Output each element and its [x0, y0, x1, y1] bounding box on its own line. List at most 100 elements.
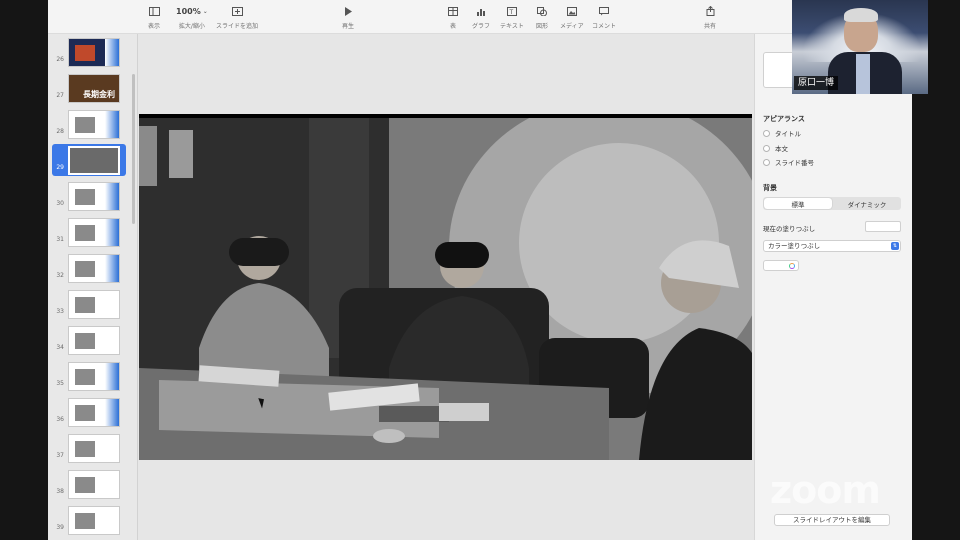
comment-button[interactable]: コメント — [592, 4, 616, 30]
chart-button[interactable]: グラフ — [472, 4, 490, 30]
thumbnail-image — [75, 369, 95, 385]
slide-number: 31 — [56, 236, 64, 243]
thumbnail-image — [75, 45, 95, 61]
thumbnail-image — [75, 261, 95, 277]
slide-number: 34 — [56, 344, 64, 351]
view-label: 表示 — [148, 23, 161, 30]
add-slide-button[interactable]: スライドを追加 — [216, 4, 258, 30]
slide-number: 29 — [56, 164, 64, 171]
edit-slide-layout-button[interactable]: スライドレイアウトを編集 — [774, 514, 890, 526]
table-label: 表 — [449, 23, 456, 30]
play-label: 再生 — [342, 23, 355, 30]
slide-number-option[interactable]: スライド番号 — [763, 157, 814, 167]
media-label: メディア — [560, 23, 584, 30]
slide-thumbnail-26[interactable]: 26 — [48, 36, 132, 68]
view-button[interactable]: 表示 — [148, 4, 160, 30]
share-label: 共有 — [704, 23, 717, 30]
comment-label: コメント — [592, 23, 617, 30]
slide-number: 33 — [56, 308, 64, 315]
share-icon — [706, 4, 715, 18]
slide-thumbnail-28[interactable]: 28 — [48, 108, 132, 140]
slide-thumbnail-33[interactable]: 33 — [48, 288, 132, 320]
share-button[interactable]: 共有 — [704, 4, 716, 30]
slide-thumbnail-38[interactable]: 38 — [48, 468, 132, 500]
color-wheel-icon — [789, 263, 795, 269]
current-slide[interactable] — [139, 114, 752, 460]
color-picker-button[interactable] — [763, 260, 799, 271]
chevron-down-icon: ⌄ — [202, 7, 208, 15]
slide-number: 32 — [56, 272, 64, 279]
svg-text:T: T — [508, 9, 513, 16]
slide-number: 36 — [56, 416, 64, 423]
thumbnail-image — [75, 189, 95, 205]
slide-thumbnail-32[interactable]: 32 — [48, 252, 132, 284]
participant-name: 原口一博 — [794, 76, 839, 90]
thumbnail-image — [75, 117, 95, 133]
slide-preview — [68, 146, 120, 175]
thumbnail-image — [75, 477, 95, 493]
slide-thumbnail-27[interactable]: 27 長期金利 — [48, 72, 132, 104]
slide-preview — [68, 506, 120, 535]
slide-preview: 長期金利 — [68, 74, 120, 103]
shape-label: 図形 — [536, 23, 549, 30]
participant-shirt — [856, 54, 870, 94]
chart-icon — [476, 4, 486, 18]
zoom-control[interactable]: 100% ⌄ 拡大/縮小 — [176, 4, 208, 31]
slide-number: 37 — [56, 452, 64, 459]
play-button[interactable]: 再生 — [342, 4, 354, 30]
body-checkbox[interactable] — [763, 144, 770, 152]
text-button[interactable]: T テキスト — [500, 4, 524, 30]
slide-preview — [68, 218, 120, 247]
slide-preview — [68, 110, 120, 139]
thumbnail-accent — [105, 219, 119, 246]
shape-button[interactable]: 図形 — [536, 4, 548, 30]
zoom-label: 拡大/縮小 — [178, 23, 205, 30]
play-icon — [344, 4, 353, 18]
slide-preview — [68, 290, 120, 319]
navigator-scrollbar[interactable] — [132, 74, 135, 224]
fill-type-select[interactable]: カラー塗りつぶし ⇅ — [763, 240, 901, 252]
segment-dynamic[interactable]: ダイナミック — [833, 197, 901, 210]
body-option[interactable]: 本文 — [763, 143, 788, 153]
slide-thumbnail-29[interactable]: 29 — [52, 144, 126, 176]
segment-standard[interactable]: 標準 — [764, 198, 832, 209]
slide-preview — [68, 362, 120, 391]
thumbnail-accent — [105, 183, 119, 210]
current-fill-swatch[interactable] — [865, 221, 901, 232]
table-button[interactable]: 表 — [448, 4, 458, 30]
inspector-panel: アピアランス タイトル 本文 スライド番号 背景 標準 ダイナミック 現在の塗り… — [754, 34, 912, 540]
fill-type-value: カラー塗りつぶし — [768, 242, 821, 250]
title-option[interactable]: タイトル — [763, 128, 801, 138]
text-icon: T — [506, 4, 517, 18]
current-fill-label: 現在の塗りつぶし — [763, 225, 816, 233]
slide-thumbnail-39[interactable]: 39 — [48, 504, 132, 536]
chevron-updown-icon: ⇅ — [891, 242, 899, 250]
slide-thumbnail-30[interactable]: 30 — [48, 180, 132, 212]
slide-thumbnail-34[interactable]: 34 — [48, 324, 132, 356]
slide-number: 30 — [56, 200, 64, 207]
slide-thumbnail-35[interactable]: 35 — [48, 360, 132, 392]
add-slide-icon — [231, 4, 243, 18]
thumbnail-image — [75, 441, 95, 457]
slide-number: 27 — [56, 92, 64, 99]
thumbnail-image — [75, 297, 95, 313]
slide-thumbnail-36[interactable]: 36 — [48, 396, 132, 428]
zoom-watermark: zoom — [770, 468, 881, 512]
slide-thumbnail-37[interactable]: 37 — [48, 432, 132, 464]
slide-number: 35 — [56, 380, 64, 387]
table-icon — [448, 4, 458, 18]
body-option-label: 本文 — [775, 145, 788, 153]
photo-illustration — [139, 114, 752, 460]
thumbnail-image — [75, 513, 95, 529]
slide-preview — [68, 470, 120, 499]
keynote-window: 表示 100% ⌄ 拡大/縮小 スライドを追加 再生 表 グラフ T テキスト … — [48, 0, 912, 540]
participant-hair — [844, 8, 878, 22]
media-button[interactable]: メディア — [560, 4, 584, 30]
add-slide-label: スライドを追加 — [216, 23, 259, 30]
slide-number-checkbox[interactable] — [763, 158, 770, 166]
title-checkbox[interactable] — [763, 129, 770, 137]
background-heading: 背景 — [763, 184, 777, 192]
screen: 表示 100% ⌄ 拡大/縮小 スライドを追加 再生 表 グラフ T テキスト … — [0, 0, 960, 540]
slide-preview — [68, 182, 120, 211]
slide-thumbnail-31[interactable]: 31 — [48, 216, 132, 248]
